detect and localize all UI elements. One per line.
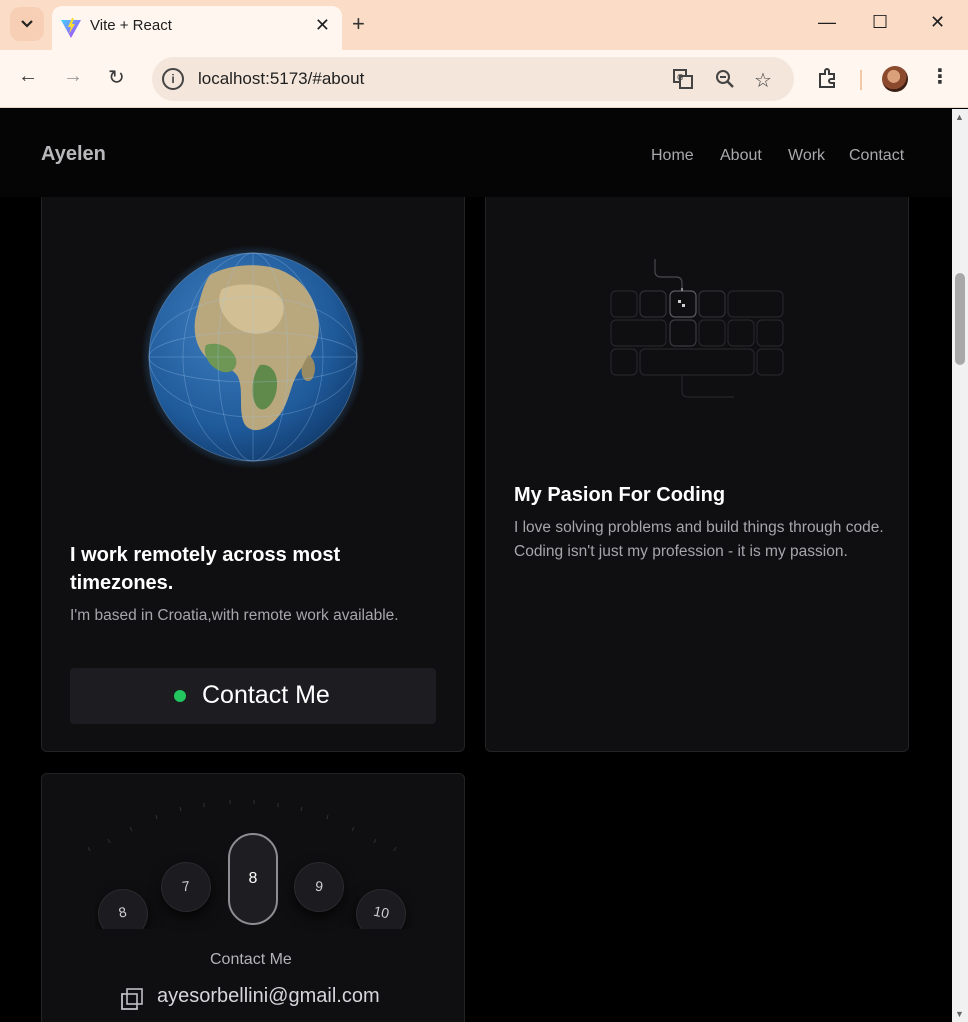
nav-link-contact[interactable]: Contact <box>849 147 904 165</box>
coding-card-text: I love solving problems and build things… <box>514 519 884 560</box>
site-navbar: Ayelen Home About Work Contact <box>0 109 952 197</box>
email-address[interactable]: ayesorbellini@gmail.com <box>157 985 380 1008</box>
site-info-icon[interactable]: i <box>162 68 184 90</box>
keyboard-icon <box>610 259 784 398</box>
dial-item[interactable]: 10 <box>352 885 410 929</box>
url-text[interactable]: localhost:5173/#about <box>198 69 364 89</box>
dial-selected[interactable]: 8 <box>228 833 278 925</box>
svg-text:G: G <box>677 73 683 82</box>
nav-link-about[interactable]: About <box>720 147 762 165</box>
scroll-down-icon[interactable]: ▼ <box>955 1009 964 1019</box>
status-dot-icon <box>174 690 186 702</box>
profile-avatar[interactable] <box>882 66 908 92</box>
tab-title: Vite + React <box>90 17 172 34</box>
close-window-icon[interactable]: ✕ <box>930 12 945 33</box>
menu-icon[interactable]: ⋮ <box>930 64 950 89</box>
nav-link-home[interactable]: Home <box>651 147 694 165</box>
copy-icon[interactable] <box>120 987 144 1011</box>
chevron-down-icon <box>21 20 33 28</box>
contact-me-button[interactable]: Contact Me <box>70 668 436 724</box>
globe-icon <box>141 245 365 469</box>
new-tab-icon[interactable]: + <box>352 12 365 36</box>
address-bar[interactable]: i localhost:5173/#about G ☆ <box>152 57 794 101</box>
coding-card-title: My Pasion For Coding <box>514 484 726 506</box>
contact-card-label: Contact Me <box>210 951 292 968</box>
scrollbar-thumb[interactable] <box>955 273 965 365</box>
scroll-up-icon[interactable]: ▲ <box>955 112 964 122</box>
dial-item[interactable]: 8 <box>95 885 152 929</box>
forward-icon[interactable]: → <box>63 65 83 88</box>
globe-card-subtitle: I'm based in Croatia,with remote work av… <box>70 607 399 624</box>
tab-search-button[interactable] <box>10 7 44 41</box>
toolbar-divider <box>860 70 862 90</box>
extensions-icon[interactable] <box>816 66 840 90</box>
page-viewport: I work remotely across most timezones. I… <box>0 109 952 1022</box>
bookmark-star-icon[interactable]: ☆ <box>754 68 772 93</box>
site-brand[interactable]: Ayelen <box>41 143 106 166</box>
page-scrollbar[interactable]: ▲ ▼ <box>952 109 968 1022</box>
back-icon[interactable]: ← <box>18 65 38 88</box>
contact-me-label: Contact Me <box>202 681 330 709</box>
reload-icon[interactable]: ↻ <box>108 65 125 90</box>
browser-tab[interactable]: Vite + React ✕ <box>52 6 342 50</box>
minimize-icon[interactable]: — <box>818 12 836 33</box>
translate-icon[interactable]: G <box>672 68 694 90</box>
browser-toolbar: ← → ↻ i localhost:5173/#about G ☆ ⋮ <box>0 50 968 108</box>
zoom-icon[interactable] <box>714 68 736 90</box>
globe-card-title: I work remotely across most timezones. <box>70 544 341 594</box>
browser-tab-bar: Vite + React ✕ + — ☐ ✕ <box>0 0 968 50</box>
vite-favicon-icon <box>61 18 81 38</box>
nav-link-work[interactable]: Work <box>788 147 825 165</box>
close-tab-icon[interactable]: ✕ <box>315 15 330 36</box>
maximize-icon[interactable]: ☐ <box>872 12 888 33</box>
